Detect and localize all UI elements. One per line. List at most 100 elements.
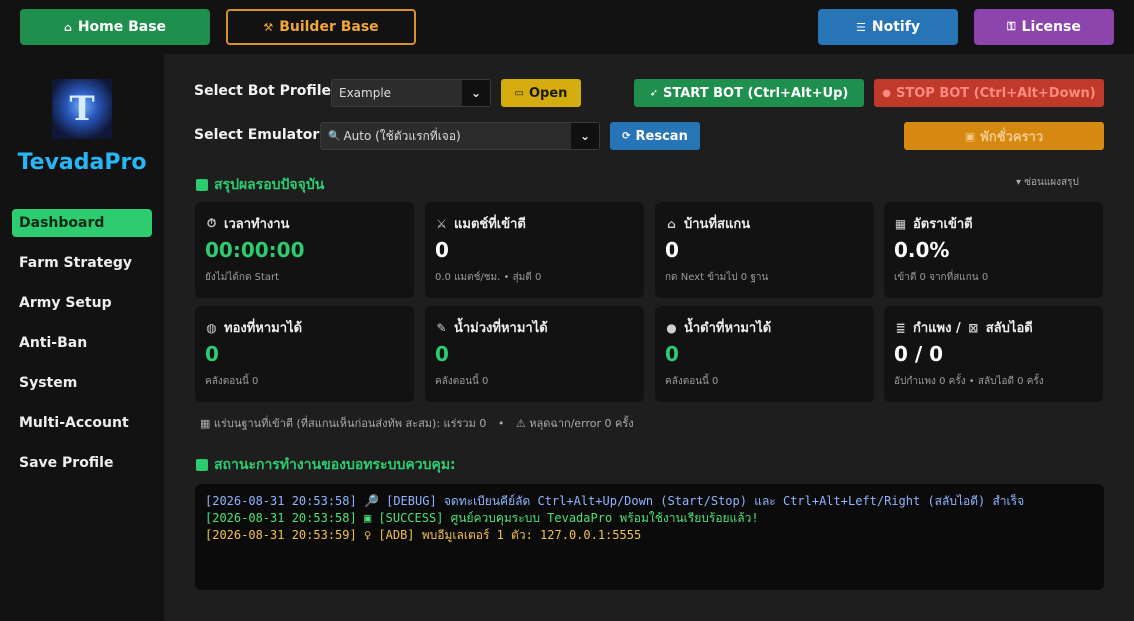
rescan-label: Rescan (635, 128, 688, 144)
app-logo: T (52, 79, 112, 139)
rescan-button[interactable]: ⟳ Rescan (610, 122, 700, 150)
builder-base-label: Builder Base (279, 19, 379, 35)
card-subtext: คลังตอนนี้ 0 (205, 376, 259, 387)
sidebar-item-army-setup[interactable]: Army Setup (12, 289, 152, 317)
card-value: 0 (665, 342, 679, 366)
card-title: เวลาทำงาน (224, 217, 290, 232)
status-log[interactable]: [2026-08-31 20:53:58] 🔎 [DEBUG] จดทะเบีย… (195, 484, 1104, 590)
stat-card-walls-accounts: ≣ กำแพง / ⊠ สลับไอดี 0 / 0 อัปกำแพง 0 คร… (884, 306, 1103, 402)
log-line: [2026-08-31 20:53:59] ♀ [ADB] พบอีมูเลเต… (205, 528, 642, 542)
card-value: 0 (435, 342, 449, 366)
warning-icon: ⚠ (515, 417, 526, 430)
profile-select[interactable]: Example ⌄ (331, 79, 491, 107)
money-bag-icon: ◍ (206, 320, 217, 335)
footnote-ore: แร่บนฐานที่เข้าตี (ที่สแกนเห็นก่อนส่งทัพ… (213, 417, 487, 430)
license-label: License (1021, 19, 1081, 35)
notify-label: Notify (871, 19, 920, 35)
chart-icon: ▦ (894, 216, 907, 231)
terminal-icon (196, 459, 208, 471)
summary-footnote: ▦ แร่บนฐานที่เข้าตี (ที่สแกนเห็นก่อนส่งท… (200, 414, 634, 432)
start-bot-button[interactable]: ➶ START BOT (Ctrl+Alt+Up) (634, 79, 864, 107)
box-icon (196, 179, 208, 191)
open-button[interactable]: ▭ Open (501, 79, 581, 107)
droplet-icon: ● (666, 320, 677, 335)
brand-name: TevadaPro (17, 150, 147, 175)
stat-card-dark-elixir: ● น้ำดำที่หามาได้ 0 คลังตอนนี้ 0 (655, 306, 874, 402)
emulator-value: Auto (ใช้ตัวแรกที่เจอ) (343, 128, 461, 143)
ore-icon: ▦ (200, 417, 211, 430)
emulator-label: Select Emulator: (194, 127, 325, 143)
card-title: น้ำม่วงที่หามาได้ (454, 321, 548, 336)
profile-label: Select Bot Profile: (194, 83, 337, 99)
builder-base-button[interactable]: ⚒ Builder Base (226, 9, 416, 45)
card-subtext: เข้าตี 0 จากที่สแกน 0 (894, 272, 989, 283)
log-line: [2026-08-31 20:53:58] 🔎 [DEBUG] จดทะเบีย… (205, 494, 1025, 508)
stat-card-scanned: ⌂ บ้านที่สแกน 0 กด Next ข้ามไป 0 ฐาน (655, 202, 874, 298)
card-subtext: กด Next ข้ามไป 0 ฐาน (665, 272, 769, 283)
potion-icon: ✎ (436, 320, 447, 335)
card-title: น้ำดำที่หามาได้ (684, 321, 772, 336)
logo-letter: T (69, 89, 95, 129)
stop-bot-label: STOP BOT (Ctrl+Alt+Down) (896, 85, 1096, 101)
sidebar-item-multi-account[interactable]: Multi-Account (12, 409, 152, 437)
sidebar-item-save-profile[interactable]: Save Profile (12, 449, 152, 477)
home-base-label: Home Base (77, 19, 167, 35)
pause-button[interactable]: ▣ พักชั่วคราว (904, 122, 1104, 150)
rocket-icon: ➶ (649, 87, 659, 99)
emulator-select[interactable]: 🔍 Auto (ใช้ตัวแรกที่เจอ) ⌄ (320, 122, 600, 150)
open-label: Open (529, 85, 568, 101)
card-value: 0 (665, 238, 679, 262)
stat-card-runtime: ⏱ เวลาทำงาน 00:00:00 ยังไม่ได้กด Start (195, 202, 414, 298)
house-icon: ⌂ (63, 20, 72, 34)
chevron-down-icon[interactable]: ⌄ (462, 80, 490, 106)
card-title: ทองที่หามาได้ (224, 321, 303, 336)
sidebar-item-farm-strategy[interactable]: Farm Strategy (12, 249, 152, 277)
chevron-down-icon[interactable]: ⌄ (571, 123, 599, 149)
pause-label: พักชั่วคราว (980, 129, 1044, 145)
status-title-text: สถานะการทำงานของบอทระบบควบคุม: (214, 457, 456, 473)
sidebar-item-dashboard[interactable]: Dashboard (12, 209, 152, 237)
notify-button[interactable]: ☰ Notify (818, 9, 958, 45)
sidebar-item-anti-ban[interactable]: Anti-Ban (12, 329, 152, 357)
stop-icon: ● (882, 87, 892, 99)
profile-value: Example (339, 86, 392, 100)
stop-bot-button[interactable]: ● STOP BOT (Ctrl+Alt+Down) (874, 79, 1104, 107)
card-subtext: อัปกำแพง 0 ครั้ง • สลับไอดี 0 ครั้ง (894, 376, 1044, 387)
refresh-icon: ⟳ (622, 130, 631, 142)
card-value: 0 (205, 342, 219, 366)
house-icon: ⌂ (667, 216, 676, 231)
summary-title: สรุปผลรอบปัจจุบัน (196, 174, 324, 196)
card-title: กำแพง / (913, 321, 961, 336)
stopwatch-icon: ⏱ (206, 216, 217, 230)
card-value: 0 (435, 238, 449, 262)
app-window: ⌂ Home Base ⚒ Builder Base ☰ Notify ⚿ Li… (0, 0, 1134, 621)
sidebar: T TevadaPro Dashboard Farm Strategy Army… (0, 54, 164, 621)
card-subtext: ยังไม่ได้กด Start (205, 272, 280, 283)
log-line: [2026-08-31 20:53:58] ▣ [SUCCESS] ศูนย์ค… (205, 511, 759, 525)
home-base-button[interactable]: ⌂ Home Base (20, 9, 210, 45)
search-icon: 🔍 (328, 130, 341, 142)
card-value: 00:00:00 (205, 238, 305, 262)
crossed-swords-icon: ⚔ (436, 216, 447, 231)
summary-title-text: สรุปผลรอบปัจจุบัน (214, 177, 325, 193)
stat-card-attack-rate: ▦ อัตราเข้าตี 0.0% เข้าตี 0 จากที่สแกน 0 (884, 202, 1103, 298)
collapse-summary-link[interactable]: ▾ ซ่อนแผงสรุป (1016, 175, 1079, 190)
top-bar: ⌂ Home Base ⚒ Builder Base ☰ Notify ⚿ Li… (0, 0, 1134, 54)
card-title: อัตราเข้าตี (913, 217, 973, 232)
stat-card-matches: ⚔ แมตช์ที่เข้าตี 0 0.0 แมตช์/ชม. • สุ่มตี… (425, 202, 644, 298)
card-title: บ้านที่สแกน (684, 217, 751, 232)
key-lock-icon: ⚿ (1007, 20, 1016, 33)
hammer-icon: ⚒ (263, 20, 274, 34)
sidebar-item-system[interactable]: System (12, 369, 152, 397)
scroll-icon: ☰ (856, 20, 866, 34)
status-title: สถานะการทำงานของบอทระบบควบคุม: (196, 454, 456, 476)
stat-card-gold: ◍ ทองที่หามาได้ 0 คลังตอนนี้ 0 (195, 306, 414, 402)
card-value: 0 / 0 (894, 342, 944, 366)
card-subtext: 0.0 แมตช์/ชม. • สุ่มตี 0 (435, 272, 542, 283)
start-bot-label: START BOT (Ctrl+Alt+Up) (663, 85, 849, 101)
stat-card-elixir: ✎ น้ำม่วงที่หามาได้ 0 คลังตอนนี้ 0 (425, 306, 644, 402)
card-value: 0.0% (894, 238, 950, 262)
card-subtext: คลังตอนนี้ 0 (435, 376, 489, 387)
pause-icon: ▣ (964, 129, 976, 143)
license-button[interactable]: ⚿ License (974, 9, 1114, 45)
